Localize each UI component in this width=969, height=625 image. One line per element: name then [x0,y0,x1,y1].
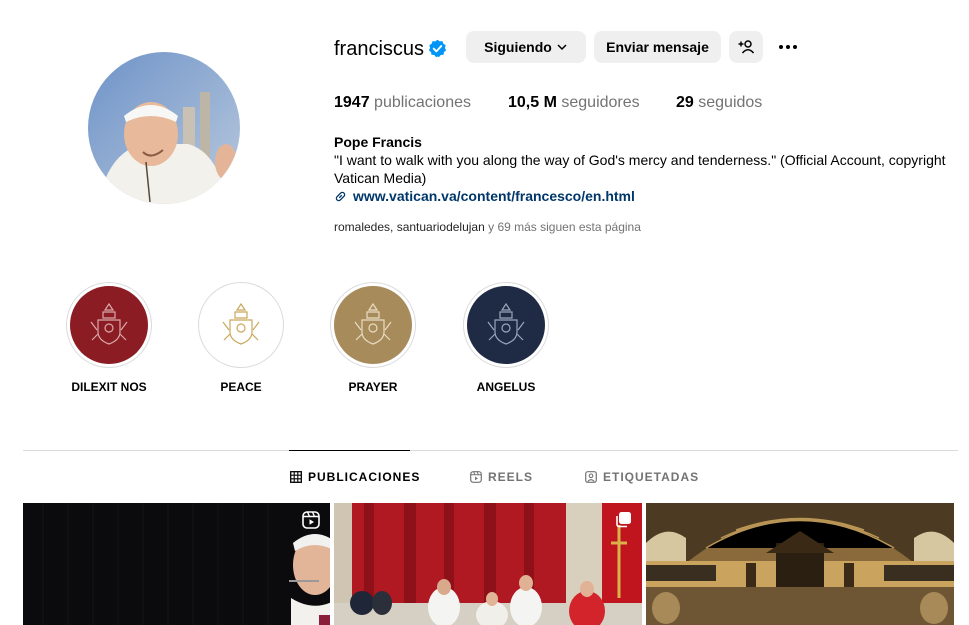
highlight-peace[interactable]: PEACE [198,282,284,394]
verified-badge-icon [428,39,447,58]
profile-avatar[interactable] [88,52,240,204]
post-image [23,503,330,625]
suggested-users-button[interactable] [729,31,763,63]
highlight-cover [70,286,148,364]
following-count: 29 [676,94,694,111]
posts-count: 1947 [334,94,370,111]
profile-link[interactable]: www.vatican.va/content/francesco/en.html [334,187,635,205]
reel-badge-icon [302,511,320,529]
highlight-label: PRAYER [348,380,398,394]
post-thumbnail[interactable] [646,503,954,625]
posts-stat: 1947 publicaciones [334,93,471,113]
papal-coat-of-arms-icon [90,302,128,345]
highlight-ring [198,282,284,368]
following-stat[interactable]: 29 seguidos [676,93,762,113]
followed-by-user-1[interactable]: romaledes [334,220,390,234]
tab-label: PUBLICACIONES [308,470,421,484]
following-label: Siguiendo [484,39,552,55]
highlight-label: PEACE [220,380,262,394]
grid-icon [290,471,302,483]
highlight-ring [66,282,152,368]
more-options-icon[interactable] [776,38,800,56]
carousel-badge-icon [616,512,631,528]
highlight-cover [467,286,545,364]
highlight-cover [202,286,280,364]
followers-stat[interactable]: 10,5 M seguidores [508,93,640,113]
followed-by-separator: , [390,220,397,234]
tab-label: REELS [488,470,534,484]
active-tab-indicator [289,450,410,451]
post-thumbnail[interactable] [23,503,330,625]
post-thumbnail[interactable] [334,503,642,625]
profile-full-name: Pope Francis [334,134,422,150]
add-user-icon [738,40,754,54]
papal-coat-of-arms-icon [487,302,525,345]
tab-reels[interactable]: REELS [470,470,533,484]
highlight-ring [330,282,416,368]
highlight-cover [334,286,412,364]
tab-posts[interactable]: PUBLICACIONES [290,470,420,484]
highlight-angelus[interactable]: ANGELUS [463,282,549,394]
tab-label: ETIQUETADAS [603,470,700,484]
profile-username: franciscus [334,38,425,60]
chevron-down-icon [557,44,567,51]
tagged-icon [585,471,597,483]
posts-label: publicaciones [374,94,471,111]
profile-bio: "I want to walk with you along the way o… [334,152,946,186]
followed-by-user-2[interactable]: santuariodelujan [397,220,485,234]
highlight-label: ANGELUS [476,380,536,394]
highlight-prayer[interactable]: PRAYER [330,282,416,394]
highlight-dilexit-nos[interactable]: DILEXIT NOS [66,282,152,394]
highlight-label: DILEXIT NOS [71,380,147,394]
send-message-label: Enviar mensaje [606,39,709,55]
post-image [646,503,954,625]
followed-by-rest: y 69 más siguen esta página [488,220,641,234]
papal-coat-of-arms-icon [222,302,260,345]
following-button[interactable]: Siguiendo [466,31,586,63]
post-image [334,503,642,625]
followers-label: seguidores [561,94,640,111]
papal-coat-of-arms-icon [354,302,392,345]
avatar-image [88,52,240,204]
profile-link-text: www.vatican.va/content/francesco/en.html [353,188,635,204]
link-icon [335,191,346,201]
tabs-divider [23,450,958,451]
reels-icon [470,471,482,483]
followed-by-note[interactable]: romaledes, santuariodelujan y 69 más sig… [334,219,641,235]
followers-count: 10,5 M [508,94,557,111]
following-stat-label: seguidos [698,94,763,111]
highlight-ring [463,282,549,368]
send-message-button[interactable]: Enviar mensaje [594,31,721,63]
tab-tagged[interactable]: ETIQUETADAS [585,470,699,484]
